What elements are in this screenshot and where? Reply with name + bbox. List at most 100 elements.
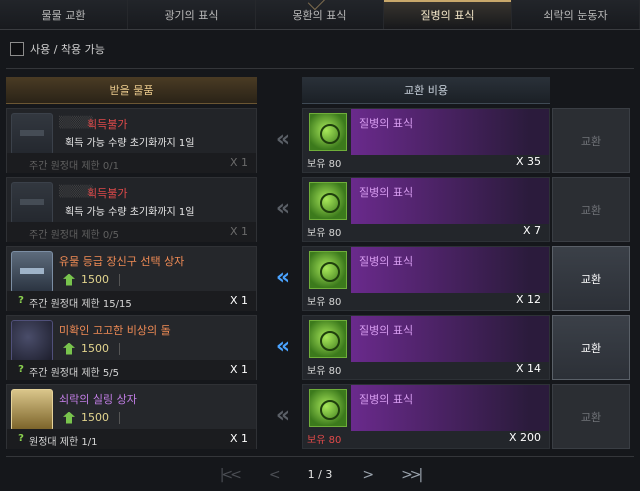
usable-checkbox[interactable]	[10, 42, 24, 56]
exchange-row: 쇠락의 실링 상자 1500 ? 원정대 제한 1/1 X 1 « 질병의 표식…	[6, 384, 634, 449]
limit-text: 주간 원정대 제한 0/1	[29, 161, 120, 172]
double-chevron-left-icon: «	[275, 264, 290, 290]
reset-note: 획득 가능 수량 초기화까지 1일	[65, 207, 195, 218]
price-value: 1500	[81, 273, 109, 286]
tab-label: 물물 교환	[41, 8, 86, 22]
gold-chest-icon	[11, 389, 53, 431]
exchange-row: 유물 등급 장신구 선택 상자 1500 ? 주간 원정대 제한 15/15 X…	[6, 246, 634, 311]
exchange-button[interactable]: 교환	[552, 315, 630, 380]
usable-filter[interactable]: 사용 / 착용 가능	[10, 41, 105, 57]
owned-count: 보유 80	[307, 366, 342, 377]
first-page-button[interactable]: |<<	[220, 467, 242, 483]
cost-item-name: 질병의 표식	[359, 186, 414, 199]
cost-cell: 질병의 표식 보유 80 X 7	[302, 177, 550, 242]
owned-count: 보유 80	[307, 159, 342, 170]
price: 1500	[63, 411, 120, 424]
owned-count: 보유 80	[307, 435, 342, 446]
cost-quantity: X 200	[508, 431, 541, 444]
exchange-button[interactable]: 교환	[552, 177, 630, 242]
double-chevron-left-icon: «	[275, 333, 290, 359]
limit-text: 원정대 제한 1/1	[29, 437, 98, 448]
tab-decay-eye[interactable]: 쇠락의 눈동자	[512, 0, 640, 29]
divider	[6, 456, 634, 457]
question-icon[interactable]: ?	[15, 294, 27, 306]
cost-item-name: 질병의 표식	[359, 393, 414, 406]
double-chevron-left-icon: «	[275, 402, 290, 428]
cost-column-header: 교환 비용	[302, 77, 550, 104]
exchange-row: ▒▒▒▒ 획득불가 획득 가능 수량 초기화까지 1일 주간 원정대 제한 0/…	[6, 177, 634, 242]
disease-mark-icon	[309, 320, 347, 358]
cost-cell: 질병의 표식 보유 80 X 12	[302, 246, 550, 311]
disease-mark-icon	[309, 182, 347, 220]
double-chevron-left-icon: «	[275, 126, 290, 152]
tab-label: 질병의 표식	[420, 8, 475, 22]
disease-mark-icon	[309, 251, 347, 289]
limit-text: 주간 원정대 제한 5/5	[29, 368, 120, 379]
pagination: |<< < 1 / 3 > >>|	[0, 458, 640, 491]
last-page-button[interactable]: >>|	[401, 467, 423, 483]
cost-item-name: 질병의 표식	[359, 255, 414, 268]
tab-disease-mark[interactable]: 질병의 표식	[384, 0, 512, 29]
reward-cell: 미확인 고고한 비상의 돌 1500 ? 주간 원정대 제한 5/5 X 1	[6, 315, 257, 380]
reward-quantity: X 1	[229, 294, 248, 307]
limit-row: ? 원정대 제한 1/1 X 1	[7, 429, 256, 449]
price-separator	[119, 342, 120, 355]
price-separator	[119, 273, 120, 286]
price: 1500	[63, 342, 120, 355]
exchange-button[interactable]: 교환	[552, 246, 630, 311]
tab-label: 쇠락의 눈동자	[543, 8, 608, 22]
exchange-button[interactable]: 교환	[552, 384, 630, 449]
tab-label: 광기의 표식	[164, 8, 219, 22]
reward-cell: 유물 등급 장신구 선택 상자 1500 ? 주간 원정대 제한 15/15 X…	[6, 246, 257, 311]
usable-filter-label: 사용 / 착용 가능	[30, 43, 105, 56]
prev-page-button[interactable]: <	[269, 467, 281, 483]
reward-quantity: X 1	[229, 225, 248, 238]
house-icon	[63, 342, 75, 355]
disease-mark-icon	[309, 389, 347, 427]
reward-item-name: 미확인 고고한 비상의 돌	[59, 324, 171, 337]
chest-icon	[11, 251, 53, 293]
reward-quantity: X 1	[229, 156, 248, 169]
cost-cell: 질병의 표식 보유 80 X 200	[302, 384, 550, 449]
stone-icon	[11, 320, 53, 362]
price-separator	[119, 411, 120, 424]
cost-quantity: X 35	[515, 155, 541, 168]
exchange-row: 미확인 고고한 비상의 돌 1500 ? 주간 원정대 제한 5/5 X 1 «…	[6, 315, 634, 380]
house-icon	[63, 411, 75, 424]
house-icon	[63, 273, 75, 286]
cost-item-name: 질병의 표식	[359, 117, 414, 130]
cost-cell: 질병의 표식 보유 80 X 35	[302, 108, 550, 173]
reward-cell: ▒▒▒▒ 획득불가 획득 가능 수량 초기화까지 1일 주간 원정대 제한 0/…	[6, 108, 257, 173]
limit-text: 주간 원정대 제한 15/15	[29, 299, 132, 310]
tab-madness-mark[interactable]: 광기의 표식	[128, 0, 256, 29]
owned-count: 보유 80	[307, 297, 342, 308]
next-page-button[interactable]: >	[362, 467, 374, 483]
chest-icon	[11, 113, 53, 155]
cost-quantity: X 7	[522, 224, 541, 237]
question-icon[interactable]: ?	[15, 363, 27, 375]
price-value: 1500	[81, 342, 109, 355]
limit-text: 주간 원정대 제한 0/5	[29, 230, 120, 241]
tab-barter[interactable]: 물물 교환	[0, 0, 128, 29]
double-chevron-left-icon: «	[275, 195, 290, 221]
limit-row: ? 주간 원정대 제한 5/5 X 1	[7, 360, 256, 380]
owned-count: 보유 80	[307, 228, 342, 239]
exchange-button[interactable]: 교환	[552, 108, 630, 173]
disease-mark-icon	[309, 113, 347, 151]
reset-note: 획득 가능 수량 초기화까지 1일	[65, 138, 195, 149]
cost-cell: 질병의 표식 보유 80 X 14	[302, 315, 550, 380]
reward-item-name: 유물 등급 장신구 선택 상자	[59, 255, 185, 268]
receive-column-header: 받을 물품	[6, 77, 257, 104]
limit-row: 주간 원정대 제한 0/5 X 1	[7, 222, 256, 242]
page-indicator: 1 / 3	[307, 468, 333, 481]
reward-cell: ▒▒▒▒ 획득불가 획득 가능 수량 초기화까지 1일 주간 원정대 제한 0/…	[6, 177, 257, 242]
chest-icon	[11, 182, 53, 224]
limit-row: 주간 원정대 제한 0/1 X 1	[7, 153, 256, 173]
reward-quantity: X 1	[229, 363, 248, 376]
cost-quantity: X 12	[515, 293, 541, 306]
question-icon[interactable]: ?	[15, 432, 27, 444]
reward-item-name: 쇠락의 실링 상자	[59, 393, 137, 406]
divider	[6, 68, 634, 69]
price: 1500	[63, 273, 120, 286]
reward-cell: 쇠락의 실링 상자 1500 ? 원정대 제한 1/1 X 1	[6, 384, 257, 449]
